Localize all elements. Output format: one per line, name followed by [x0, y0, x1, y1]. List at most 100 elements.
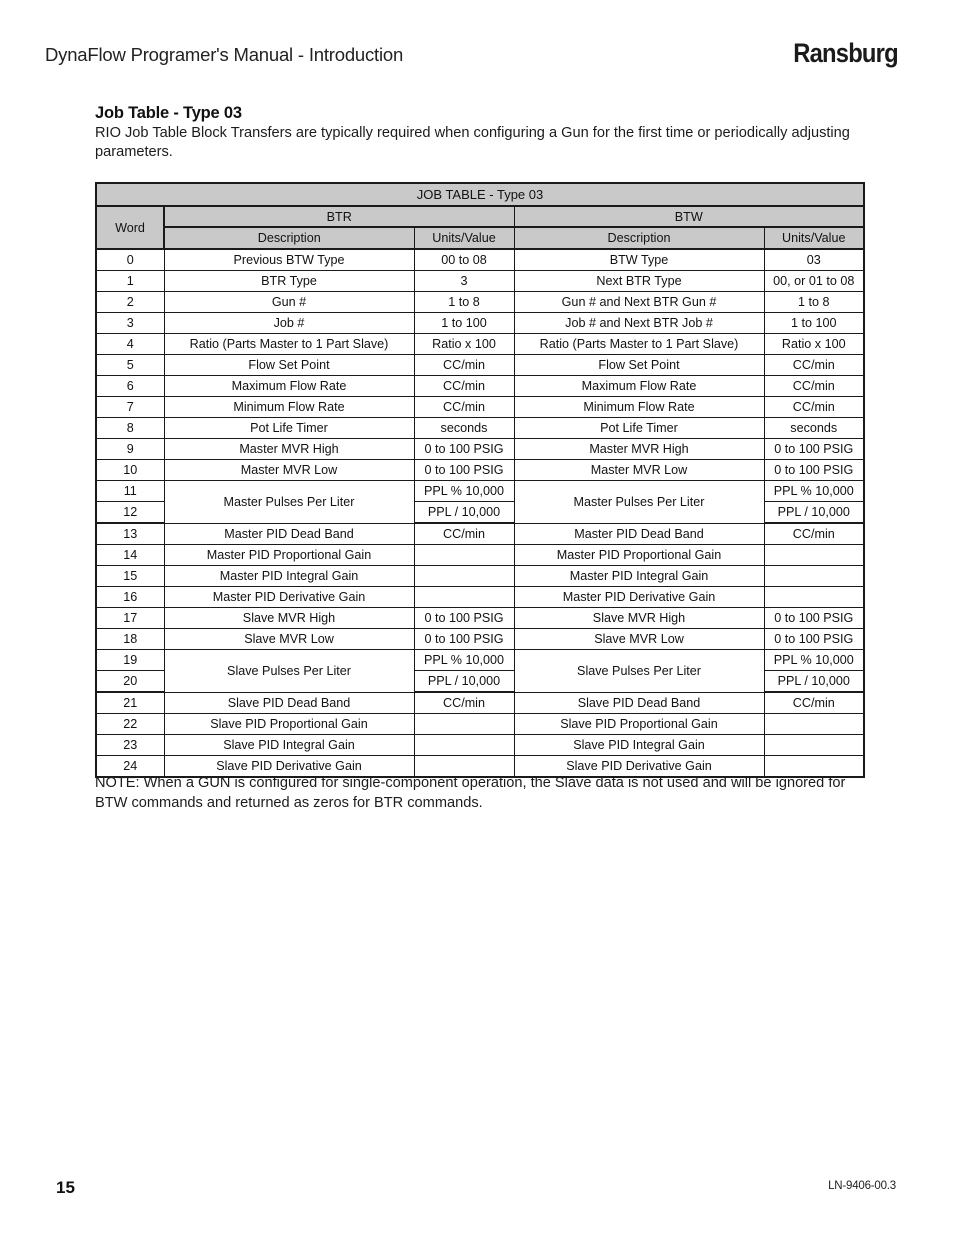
cell-btw-units: CC/min: [763, 691, 865, 714]
cell-word: 4: [95, 333, 165, 355]
cell-btw-description: Master Pulses Per Liter: [513, 480, 765, 524]
table-row: 0 Previous BTW Type 00 to 08 BTW Type 03: [95, 248, 865, 271]
column-header-btr-units: Units/Value: [413, 226, 515, 250]
cell-btw-description: Slave PID Integral Gain: [513, 734, 765, 756]
table-row: 3 Job #1 to 100 Job # and Next BTR Job #1 …: [95, 312, 865, 334]
column-header-btw-description: Description: [513, 226, 765, 250]
cell-btr-units: Ratio x 100: [413, 333, 515, 355]
table-caption-row: JOB TABLE - Type 03: [95, 182, 865, 207]
cell-btr-description: Flow Set Point: [163, 354, 415, 376]
column-header-btr-description: Description: [163, 226, 415, 250]
page-number: 15: [56, 1178, 75, 1197]
section-intro-text: RIO Job Table Block Transfers are typica…: [95, 125, 850, 160]
table-row: 9 Master MVR High 0 to 100 PSIG Master MVR …: [95, 438, 865, 460]
cell-btr-units: CC/min: [413, 375, 515, 397]
cell-btr-units: PPL % 10,000: [413, 649, 515, 671]
cell-btr-units: 0 to 100 PSIG: [413, 607, 515, 629]
cell-word: 9: [95, 438, 165, 460]
cell-btr-description: Master PID Integral Gain: [163, 565, 415, 587]
cell-btr-description: Slave MVR Low: [163, 628, 415, 650]
table-row: 18 Slave MVR Low 0 to 100 PSIG Slave MVR Lo…: [95, 628, 865, 650]
cell-btw-units: [763, 734, 865, 756]
table-row: 5 Flow Set Point CC/min Flow Set Point CC/mi…: [95, 354, 865, 376]
cell-btr-units: 1 to 100: [413, 312, 515, 334]
cell-btr-description: Gun #: [163, 291, 415, 313]
cell-btr-description: Slave PID Proportional Gain: [163, 713, 415, 735]
table-group-header-row: Word BTR BTW: [95, 205, 865, 250]
cell-word: 2: [95, 291, 165, 313]
cell-btw-description: Slave Pulses Per Liter: [513, 649, 765, 693]
cell-btr-units: CC/min: [413, 691, 515, 714]
cell-btw-units: PPL / 10,000: [763, 501, 865, 524]
table-row: 19 Slave Pulses Per Liter PPL % 10,000 Slav…: [95, 649, 865, 693]
cell-word: 21: [95, 691, 165, 714]
cell-btw-units: [763, 586, 865, 608]
cell-btr-units: seconds: [413, 417, 515, 439]
cell-btw-description: Gun # and Next BTR Gun #: [513, 291, 765, 313]
cell-btw-units: [763, 544, 865, 566]
table-row: 14 Master PID Proportional Gain Master PID…: [95, 544, 865, 566]
cell-btr-units: [413, 713, 515, 735]
table-row: 22 Slave PID Proportional Gain Slave PID P…: [95, 713, 865, 735]
cell-btr-units: [413, 565, 515, 587]
document-code: LN-9406-00.3: [828, 1180, 896, 1192]
cell-word: 23: [95, 734, 165, 756]
cell-btw-description: BTW Type: [513, 248, 765, 271]
cell-word: 5: [95, 354, 165, 376]
cell-btw-units: 1 to 100: [763, 312, 865, 334]
table-row: 2 Gun #1 to 8 Gun # and Next BTR Gun #1 to…: [95, 291, 865, 313]
cell-btw-description: Minimum Flow Rate: [513, 396, 765, 418]
cell-btr-units: CC/min: [413, 396, 515, 418]
cell-word: 13: [95, 522, 165, 545]
table-body: 0 Previous BTW Type 00 to 08 BTW Type 03 1 BTR…: [95, 248, 865, 778]
cell-btw-units: PPL % 10,000: [763, 649, 865, 671]
job-table-container: JOB TABLE - Type 03 Word BTR BTW Descrip…: [95, 182, 866, 778]
table-row: 7 Minimum Flow Rate CC/min Minimum Flow Rat…: [95, 396, 865, 418]
cell-btw-units: PPL % 10,000: [763, 480, 865, 502]
cell-btr-units: CC/min: [413, 354, 515, 376]
cell-btr-description: Slave PID Integral Gain: [163, 734, 415, 756]
manual-title: DynaFlow Programer's Manual - Introducti…: [45, 44, 404, 65]
ransburg-logo: Ransburg: [793, 38, 898, 68]
cell-word: 0: [95, 248, 165, 271]
cell-btr-units: 1 to 8: [413, 291, 515, 313]
cell-btw-description: Master MVR High: [513, 438, 765, 460]
column-header-btw-units: Units/Value: [763, 226, 865, 250]
cell-btw-description: Master PID Integral Gain: [513, 565, 765, 587]
cell-word: 16: [95, 586, 165, 608]
cell-word: 11: [95, 480, 165, 502]
table-row: 1 BTR Type 3 Next BTR Type 00, or 01 to 08: [95, 270, 865, 292]
table-row: 21 Slave PID Dead Band CC/min Slave PID Dea…: [95, 691, 865, 714]
cell-btr-description: Master Pulses Per Liter: [163, 480, 415, 524]
cell-btw-description: Next BTR Type: [513, 270, 765, 292]
cell-btr-description: Slave PID Dead Band: [163, 691, 415, 714]
table-row: 10 Master MVR Low 0 to 100 PSIG Master MVR …: [95, 459, 865, 481]
table-row: 4 Ratio (Parts Master to 1 Part Slave) Rat…: [95, 333, 865, 355]
cell-btr-description: Minimum Flow Rate: [163, 396, 415, 418]
cell-btw-units: 0 to 100 PSIG: [763, 628, 865, 650]
cell-word: 1: [95, 270, 165, 292]
cell-btr-description: BTR Type: [163, 270, 415, 292]
cell-btw-description: Slave MVR Low: [513, 628, 765, 650]
page-header: DynaFlow Programer's Manual - Introducti…: [0, 38, 954, 78]
cell-btw-units: PPL / 10,000: [763, 670, 865, 693]
cell-btr-units: [413, 734, 515, 756]
cell-word: 8: [95, 417, 165, 439]
table-caption: JOB TABLE - Type 03: [95, 182, 865, 207]
cell-btw-units: 0 to 100 PSIG: [763, 459, 865, 481]
cell-btw-description: Slave PID Proportional Gain: [513, 713, 765, 735]
cell-btr-description: Master MVR High: [163, 438, 415, 460]
cell-btw-units: Ratio x 100: [763, 333, 865, 355]
cell-word: 10: [95, 459, 165, 481]
cell-btr-units: PPL % 10,000: [413, 480, 515, 502]
cell-btw-units: [763, 565, 865, 587]
cell-btr-description: Slave Pulses Per Liter: [163, 649, 415, 693]
cell-btr-units: 3: [413, 270, 515, 292]
cell-btr-units: 0 to 100 PSIG: [413, 459, 515, 481]
cell-word: 15: [95, 565, 165, 587]
cell-word: 12: [95, 501, 165, 524]
cell-btw-description: Master PID Dead Band: [513, 522, 765, 545]
cell-btr-units: 0 to 100 PSIG: [413, 438, 515, 460]
cell-btr-description: Job #: [163, 312, 415, 334]
column-header-word: Word: [95, 205, 165, 250]
